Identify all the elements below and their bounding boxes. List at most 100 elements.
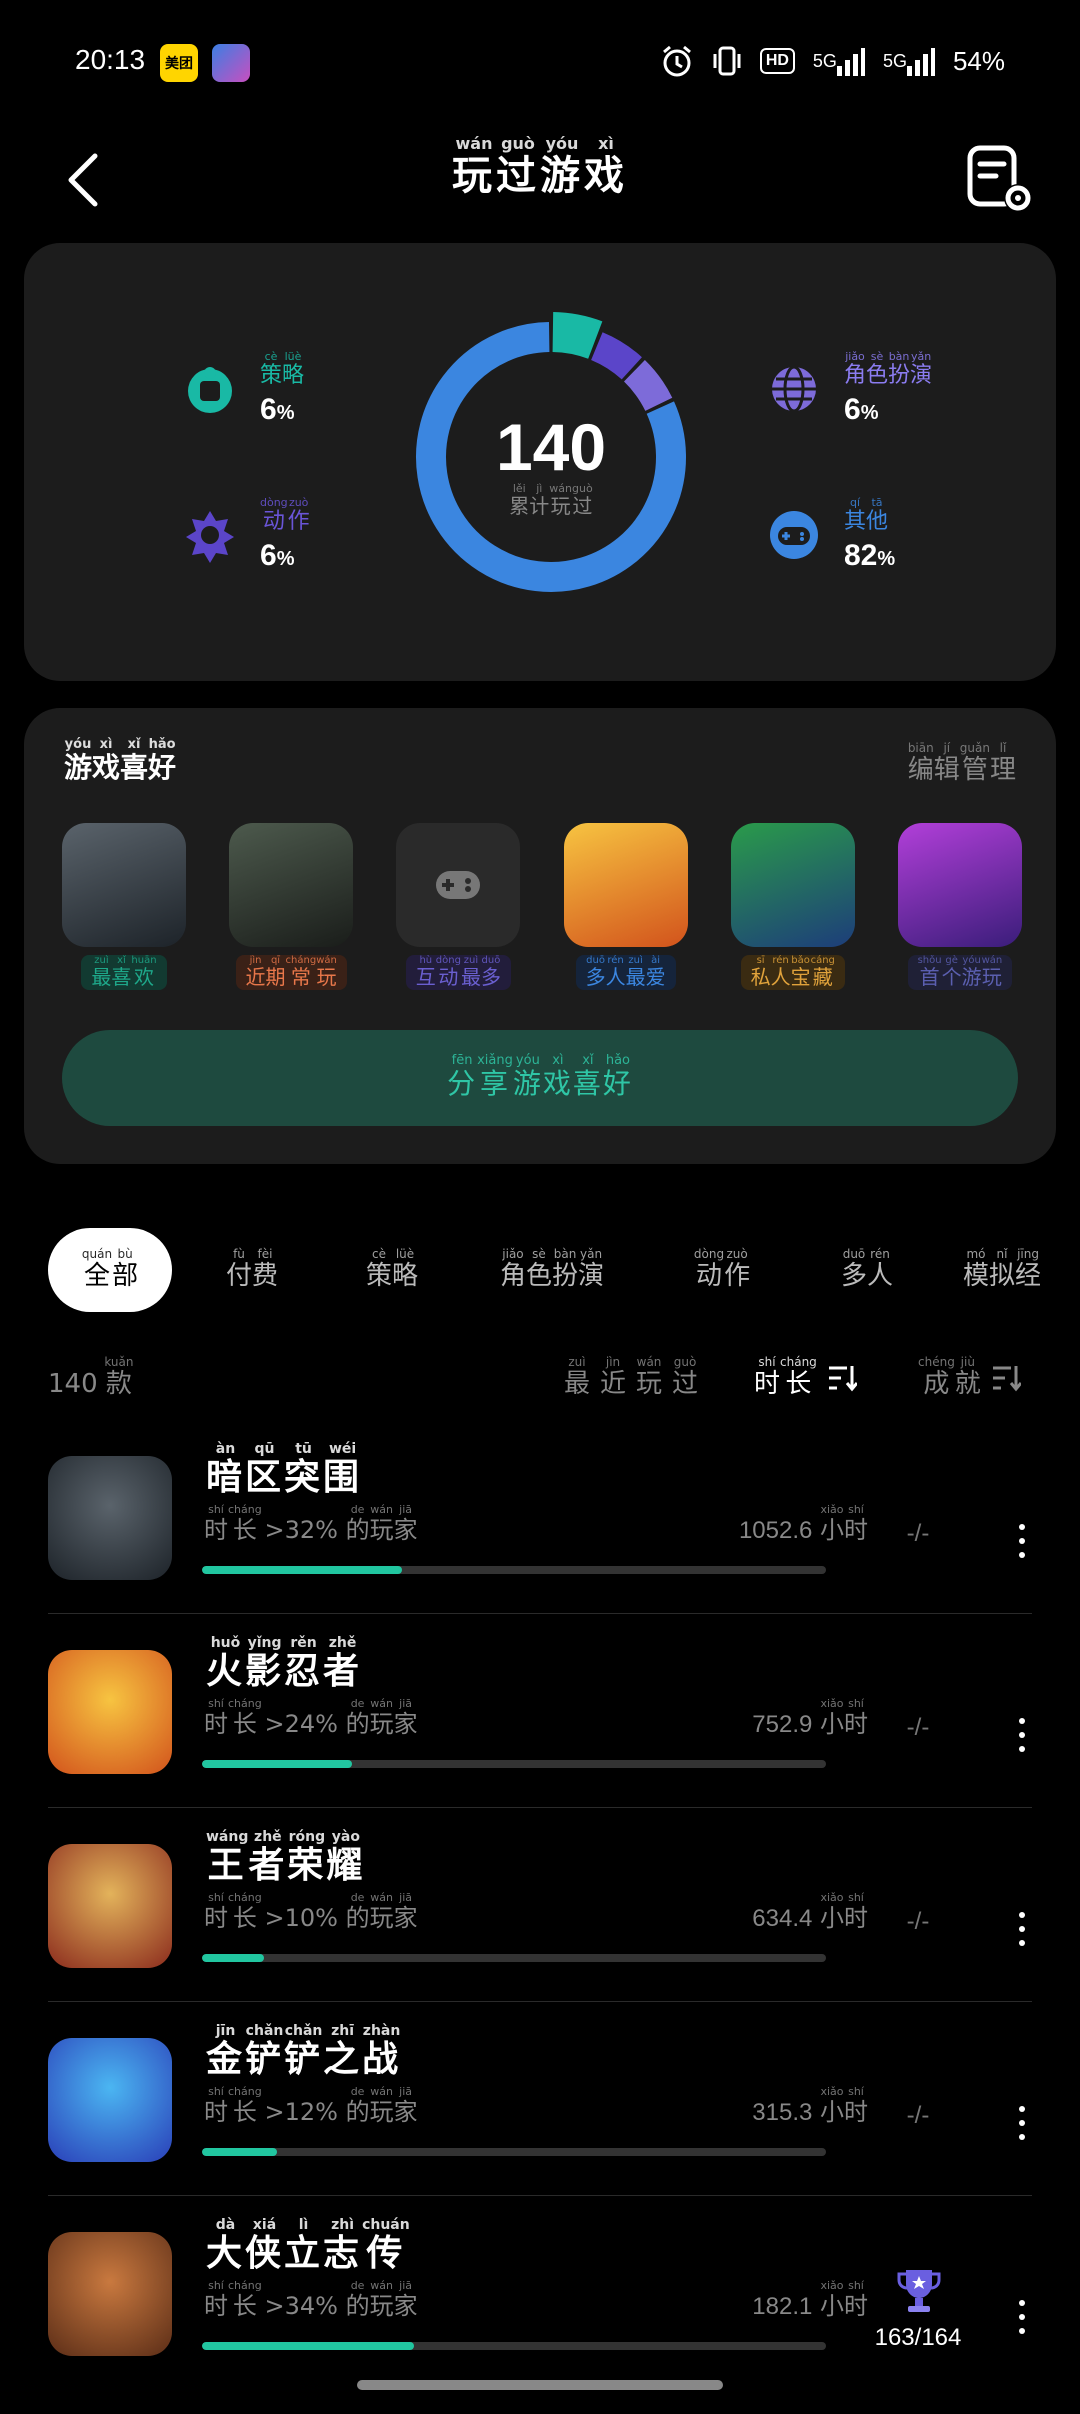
tab-5[interactable]: 多duō 人rén — [792, 1228, 942, 1312]
game-name: 金jīn铲chǎn铲chǎn之zhī战zhàn — [206, 2023, 402, 2080]
game-name: 暗àn区qū突tū围wéi — [206, 1441, 363, 1498]
playtime-progress-bar — [202, 1760, 826, 1768]
stat-roleplay-label: 角jiǎo色sè扮bàn演yǎn — [844, 350, 933, 388]
preference-item[interactable]: 多duō人rén最zuì爱ài — [563, 823, 688, 990]
sort-achievement-button[interactable]: 成chéng就jiù — [918, 1355, 1021, 1400]
preference-item[interactable]: 最zuì喜xǐ欢huān — [62, 823, 186, 990]
hd-voice-icon: HD — [759, 48, 795, 74]
gamepad-placeholder-icon — [396, 823, 521, 947]
sort-desc-icon — [828, 1366, 857, 1392]
game-row[interactable]: 金jīn铲chǎn铲chǎn之zhī战zhàn 时shí长cháng >12% 的… — [48, 2002, 1032, 2196]
game-icon — [48, 2038, 172, 2162]
game-hours: 1052.6 小xiǎo时shí — [738, 1503, 868, 1544]
preference-item[interactable]: 私sī人rén宝bǎo藏cáng — [730, 823, 855, 990]
meituan-app-icon: 美团 — [160, 44, 198, 82]
donut-slice-1 — [590, 332, 642, 380]
game-playtime-rank: 时shí长cháng >24% 的de玩wán家jiā — [204, 1697, 418, 1738]
more-options-icon[interactable] — [1012, 2106, 1032, 2140]
playtime-progress-bar — [202, 1954, 826, 1962]
game-achievement: -/- — [906, 1908, 930, 1935]
roleplay-globe-icon — [766, 361, 822, 417]
playtime-progress-bar — [202, 2342, 826, 2350]
stat-roleplay: 角jiǎo色sè扮bàn演yǎn 6% — [766, 350, 933, 427]
game-icon — [48, 1844, 172, 1968]
status-bar: 20:13 美团 HD 5G 5G 54% — [0, 0, 1080, 128]
preference-label: 首shǒu个gè游yóu玩wán — [907, 955, 1013, 990]
game-hours: 182.1 小xiǎo时shí — [752, 2279, 868, 2320]
sort-duration-button[interactable]: 时shí长cháng — [754, 1355, 857, 1400]
game-name: 大dà侠xiá立lì志zhì传chuán — [206, 2217, 410, 2274]
tab-3[interactable]: 角jiǎo 色sè 扮bàn 演yǎn — [452, 1228, 652, 1312]
game-row[interactable]: 火huǒ影yǐng忍rěn者zhě 时shí长cháng >24% 的de玩wán… — [48, 1614, 1032, 1808]
stat-action-label: 动dòng作zuò — [260, 496, 310, 534]
game-app-icon — [212, 44, 250, 82]
more-options-icon[interactable] — [1012, 1912, 1032, 1946]
sort-desc-icon — [992, 1366, 1021, 1392]
tab-2[interactable]: 策cè 略lüè — [332, 1228, 452, 1312]
stat-strategy-label: 策cè略lüè — [260, 350, 305, 388]
playtime-progress-bar — [202, 2148, 826, 2156]
game-playtime-rank: 时shí长cháng >32% 的de玩wán家jiā — [204, 1503, 418, 1544]
game-name: 王wáng者zhě荣róng耀yào — [206, 1829, 366, 1886]
more-options-icon[interactable] — [1012, 1718, 1032, 1752]
game-icon — [229, 823, 354, 947]
preference-label: 多duō人rén最zuì爱ài — [575, 955, 676, 990]
game-icon — [563, 823, 688, 947]
game-achievement: -/- — [906, 2102, 930, 2129]
preference-label: 最zuì喜xǐ欢huān — [81, 955, 167, 990]
page-title: 玩wán过guò游yóu戏xì — [452, 134, 628, 199]
game-row[interactable]: 大dà侠xiá立lì志zhì传chuán 时shí长cháng >34% 的de玩… — [48, 2196, 1032, 2390]
stat-strategy-pct: 6% — [260, 393, 295, 426]
sort-recent-button[interactable]: 最zuì 近jìn 玩wán 过guò — [564, 1355, 698, 1400]
stat-action-pct: 6% — [260, 539, 295, 572]
gamepad-icon — [766, 507, 822, 563]
tab-0[interactable]: 全quán 部bù — [48, 1228, 172, 1312]
share-preferences-button[interactable]: 分fēn 享xiǎng 游yóu 戏xì 喜xǐ 好hǎo — [62, 1030, 1018, 1126]
home-indicator[interactable] — [357, 2380, 723, 2390]
playtime-progress-fill — [202, 1954, 265, 1962]
tab-6[interactable]: 模mó 拟nǐ 经jīng — [942, 1228, 1062, 1312]
preferences-title: 游yóu戏xì喜xǐ好hǎo — [64, 737, 177, 784]
alarm-icon — [660, 44, 694, 78]
more-options-icon[interactable] — [1012, 2300, 1032, 2334]
preference-label: 互hù动dòng最zuì多duō — [405, 955, 511, 990]
trophy-icon — [896, 2266, 942, 2316]
sort-bar: 140 款kuǎn 最zuì 近jìn 玩wán 过guò 时shí长cháng 成c… — [48, 1350, 1032, 1400]
stat-strategy: 策cè略lüè 6% — [182, 350, 305, 427]
donut-slice-2 — [623, 359, 673, 412]
game-achievement: -/- — [906, 1520, 930, 1547]
edit-manage-button[interactable]: 编biān辑jí管guǎn理lǐ — [908, 741, 1016, 786]
tab-4[interactable]: 动dòng 作zuò — [652, 1228, 792, 1312]
category-donut-chart — [416, 312, 686, 592]
game-icon — [897, 823, 1022, 947]
preference-item[interactable]: 互hù动dòng最zuì多duō — [396, 823, 521, 990]
status-time: 20:13 — [75, 44, 146, 75]
preferences-row: 最zuì喜xǐ欢huān 近jìn期qī常cháng玩wán 互hù动dòng最zu… — [62, 823, 1022, 990]
game-hours: 634.4 小xiǎo时shí — [752, 1891, 868, 1932]
game-preferences-card: 游yóu戏xì喜xǐ好hǎo 编biān辑jí管guǎn理lǐ 最zuì喜xǐ欢… — [24, 708, 1056, 1164]
game-icon — [48, 1456, 172, 1580]
playtime-progress-fill — [202, 1760, 352, 1768]
playtime-progress-fill — [202, 1566, 402, 1574]
preference-item[interactable]: 首shǒu个gè游yóu玩wán — [897, 823, 1022, 990]
game-icon — [48, 1650, 172, 1774]
game-hours: 315.3 小xiǎo时shí — [752, 2085, 868, 2126]
game-playtime-rank: 时shí长cháng >34% 的de玩wán家jiā — [204, 2279, 418, 2320]
game-icon — [48, 2232, 172, 2356]
game-hours: 752.9 小xiǎo时shí — [752, 1697, 868, 1738]
more-options-icon[interactable] — [1012, 1524, 1032, 1558]
vibrate-icon — [712, 44, 742, 78]
game-icon — [62, 823, 186, 947]
action-icon — [182, 507, 238, 563]
game-achievement: -/- — [906, 1714, 930, 1741]
tab-1[interactable]: 付fù 费fèi — [172, 1228, 332, 1312]
game-achievement: 163/164 — [874, 2324, 962, 2351]
stat-action: 动dòng作zuò 6% — [182, 496, 310, 573]
donut-slice-0 — [551, 312, 603, 360]
game-name: 火huǒ影yǐng忍rěn者zhě — [206, 1635, 363, 1692]
preference-item[interactable]: 近jìn期qī常cháng玩wán — [229, 823, 354, 990]
stat-other: 其qí他tā 82% — [766, 496, 895, 573]
list-settings-button[interactable] — [958, 138, 1038, 218]
game-row[interactable]: 暗àn区qū突tū围wéi 时shí长cháng >32% 的de玩wán家jiā… — [48, 1420, 1032, 1614]
game-row[interactable]: 王wáng者zhě荣róng耀yào 时shí长cháng >10% 的de玩wá… — [48, 1808, 1032, 2002]
